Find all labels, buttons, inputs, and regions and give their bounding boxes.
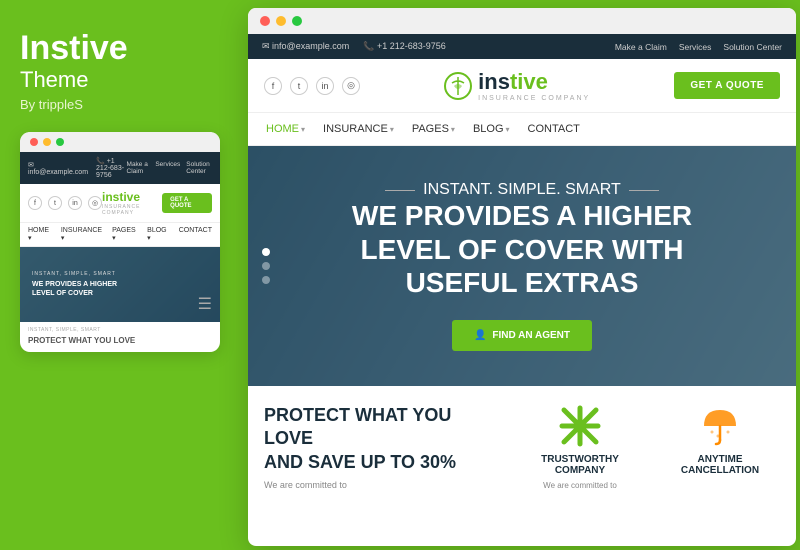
main-header: f t in ◎ instive INSURANCE COMPANY GET A… bbox=[248, 59, 796, 113]
mini-hamburger-icon: ☰ bbox=[198, 294, 212, 314]
mini-facebook-icon[interactable]: f bbox=[28, 196, 42, 210]
mini-email: ✉ info@example.com bbox=[28, 161, 88, 176]
cancellation-icon bbox=[698, 404, 742, 448]
nav-insurance[interactable]: INSURANCE ▾ bbox=[323, 123, 394, 135]
mini-hero: INSTANT, SIMPLE, SMART WE PROVIDES A HIG… bbox=[20, 247, 220, 322]
main-topbar: ✉ info@example.com 📞 +1 212-683-9756 Mak… bbox=[248, 34, 796, 59]
hero-dot-1[interactable] bbox=[262, 248, 270, 256]
bottom-title: PROTECT WHAT YOU LOVE AND SAVE UP TO 30% bbox=[264, 404, 500, 474]
get-quote-button[interactable]: GET A QUOTE bbox=[674, 72, 780, 99]
mini-instagram-icon[interactable]: ◎ bbox=[88, 196, 102, 210]
trustworthy-title: TRUSTWORTHYCOMPANY bbox=[520, 454, 640, 476]
mini-twitter-icon[interactable]: t bbox=[48, 196, 62, 210]
mini-get-quote-button[interactable]: GET A QUOTE bbox=[162, 193, 212, 213]
main-browser-bar bbox=[248, 8, 796, 34]
mini-header: f t in ◎ instive INSURANCE COMPANY GET A… bbox=[20, 184, 220, 223]
logo-suffix: tive bbox=[510, 69, 548, 94]
mini-linkedin-icon[interactable]: in bbox=[68, 196, 82, 210]
mini-hero-text: WE PROVIDES A HIGHERLEVEL OF COVER bbox=[32, 280, 117, 300]
nav-pages-chevron: ▾ bbox=[451, 125, 455, 134]
find-agent-button[interactable]: 👤 FIND AN AGENT bbox=[452, 320, 592, 351]
mini-footer-title: PROTECT WHAT YOU LOVE bbox=[28, 336, 212, 345]
hero-tagline: INSTANT. SIMPLE. SMART bbox=[352, 181, 692, 199]
cancellation-title: ANYTIMECANCELLATION bbox=[660, 454, 780, 476]
twitter-icon[interactable]: t bbox=[290, 77, 308, 95]
logo-prefix: ins bbox=[478, 69, 510, 94]
hero-content: INSTANT. SIMPLE. SMART WE PROVIDES A HIG… bbox=[352, 181, 692, 351]
instagram-icon[interactable]: ◎ bbox=[342, 77, 360, 95]
mini-browser: ✉ info@example.com 📞 +1 212-683-9756 Mak… bbox=[20, 132, 220, 352]
mini-services: Services bbox=[155, 161, 180, 175]
mini-phone: 📞 +1 212-683-9756 bbox=[96, 157, 127, 179]
trustworthy-icon bbox=[558, 404, 602, 448]
bottom-section: PROTECT WHAT YOU LOVE AND SAVE UP TO 30%… bbox=[248, 386, 796, 491]
mini-hero-tagline: INSTANT, SIMPLE, SMART bbox=[32, 271, 117, 277]
nav-pages[interactable]: PAGES ▾ bbox=[412, 123, 455, 135]
theme-name: Instive bbox=[20, 30, 220, 67]
mini-footer-section: INSTANT, SIMPLE, SMART PROTECT WHAT YOU … bbox=[20, 322, 220, 352]
person-icon: 👤 bbox=[474, 330, 486, 341]
nav-home-chevron: ▾ bbox=[301, 125, 305, 134]
by-author: By trippleS bbox=[20, 97, 220, 112]
hero-dot-3[interactable] bbox=[262, 276, 270, 284]
main-nav: HOME ▾ INSURANCE ▾ PAGES ▾ BLOG ▾ CONTAC… bbox=[248, 113, 796, 146]
topbar-email: ✉ info@example.com bbox=[262, 41, 349, 52]
mini-nav: HOME ▾ INSURANCE ▾ PAGES ▾ BLOG ▾ CONTAC… bbox=[20, 223, 220, 247]
mini-dot-red bbox=[30, 138, 38, 146]
mini-claim: Make a Claim bbox=[127, 161, 150, 175]
umbrella-icon bbox=[698, 404, 742, 448]
feature-trustworthy: TRUSTWORTHYCOMPANY We are committed to bbox=[520, 404, 640, 491]
nav-blog-chevron: ▾ bbox=[506, 125, 510, 134]
header-social: f t in ◎ bbox=[264, 77, 360, 95]
mini-social-icons: f t in ◎ bbox=[28, 196, 102, 210]
topbar-solution[interactable]: Solution Center bbox=[723, 42, 782, 52]
topbar-phone: 📞 +1 212-683-9756 bbox=[363, 41, 446, 52]
feature-cancellation: ANYTIMECANCELLATION bbox=[660, 404, 780, 491]
logo-shield-icon bbox=[444, 72, 472, 100]
cross-icon bbox=[558, 404, 602, 448]
hero-dot-2[interactable] bbox=[262, 262, 270, 270]
main-dot-yellow bbox=[276, 16, 286, 26]
left-panel: Instive Theme By trippleS ✉ info@example… bbox=[0, 0, 240, 550]
nav-blog[interactable]: BLOG ▾ bbox=[473, 123, 510, 135]
logo-tagline: INSURANCE COMPANY bbox=[478, 95, 590, 102]
bottom-left: PROTECT WHAT YOU LOVE AND SAVE UP TO 30%… bbox=[264, 404, 500, 491]
hero-title: WE PROVIDES A HIGHER LEVEL OF COVER WITH… bbox=[352, 199, 692, 300]
mini-logo-tagline: INSURANCE COMPANY bbox=[102, 204, 162, 216]
main-dot-red bbox=[260, 16, 270, 26]
main-logo: instive INSURANCE COMPANY bbox=[444, 69, 590, 102]
topbar-services[interactable]: Services bbox=[679, 42, 712, 52]
mini-solution: Solution Center bbox=[186, 161, 212, 175]
mini-topbar: ✉ info@example.com 📞 +1 212-683-9756 Mak… bbox=[20, 152, 220, 184]
nav-insurance-chevron: ▾ bbox=[390, 125, 394, 134]
nav-contact[interactable]: CONTACT bbox=[528, 123, 580, 135]
nav-home[interactable]: HOME ▾ bbox=[266, 123, 305, 135]
main-browser: ✉ info@example.com 📞 +1 212-683-9756 Mak… bbox=[248, 8, 796, 546]
mini-dot-green bbox=[56, 138, 64, 146]
topbar-claim[interactable]: Make a Claim bbox=[615, 42, 667, 52]
linkedin-icon[interactable]: in bbox=[316, 77, 334, 95]
facebook-icon[interactable]: f bbox=[264, 77, 282, 95]
trustworthy-text: We are committed to bbox=[520, 480, 640, 491]
mini-footer-tagline: INSTANT, SIMPLE, SMART bbox=[28, 327, 212, 333]
main-hero: INSTANT. SIMPLE. SMART WE PROVIDES A HIG… bbox=[248, 146, 796, 386]
theme-sub: Theme bbox=[20, 67, 220, 93]
hero-dots bbox=[262, 248, 270, 284]
mini-browser-bar bbox=[20, 132, 220, 152]
main-dot-green bbox=[292, 16, 302, 26]
mini-logo: instive INSURANCE COMPANY bbox=[102, 190, 162, 216]
bottom-text: We are committed to bbox=[264, 480, 500, 490]
mini-dot-yellow bbox=[43, 138, 51, 146]
